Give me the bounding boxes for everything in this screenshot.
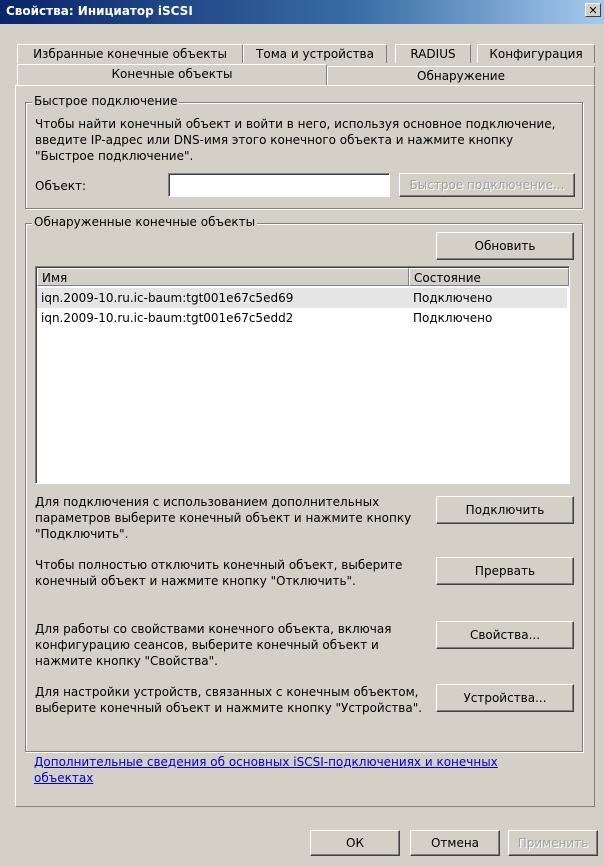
quick-connect-button[interactable]: Быстрое подключение...	[399, 173, 575, 197]
quick-connect-description: Чтобы найти конечный объект и войти в не…	[35, 117, 556, 163]
discovered-targets-group: Обнаруженные конечные объекты Обновить И…	[25, 215, 583, 752]
tab-targets[interactable]: Конечные объекты	[17, 64, 327, 85]
tab-label: Конфигурация	[489, 47, 583, 61]
tab-volumes-devices[interactable]: Тома и устройства	[243, 44, 387, 63]
column-header-status[interactable]: Состояние	[409, 268, 569, 286]
tab-label: RADIUS	[410, 47, 456, 61]
close-button[interactable]: ✕	[585, 3, 601, 17]
devices-button[interactable]: Устройства...	[436, 684, 574, 712]
title-bar: Свойства: Инициатор iSCSI ✕	[0, 0, 604, 24]
table-row[interactable]: iqn.2009-10.ru.ic-baum:tgt001e67c5ed69 П…	[37, 288, 567, 308]
tab-label: Избранные конечные объекты	[33, 47, 227, 61]
target-status: Подключено	[413, 311, 493, 325]
tab-favorite-targets[interactable]: Избранные конечные объекты	[17, 44, 243, 63]
connect-button[interactable]: Подключить	[436, 496, 574, 524]
tab-discovery[interactable]: Обнаружение	[327, 66, 595, 85]
properties-button[interactable]: Свойства...	[436, 621, 574, 649]
column-header-name[interactable]: Имя	[37, 268, 409, 286]
tab-label: Обнаружение	[417, 69, 505, 83]
help-link[interactable]: Дополнительные сведения об основных iSCS…	[34, 754, 514, 786]
target-status: Подключено	[413, 291, 493, 305]
cancel-button[interactable]: Отмена	[410, 830, 500, 856]
ok-button[interactable]: ОК	[310, 830, 400, 856]
properties-description: Для работы со свойствами конечного объек…	[35, 622, 392, 668]
devices-description: Для настройки устройств, связанных с кон…	[35, 685, 423, 715]
tab-configuration[interactable]: Конфигурация	[477, 44, 595, 63]
close-icon: ✕	[588, 4, 598, 17]
target-name: iqn.2009-10.ru.ic-baum:tgt001e67c5ed69	[41, 291, 294, 305]
target-input[interactable]	[168, 173, 390, 197]
apply-button[interactable]: Применить	[508, 830, 598, 856]
target-label: Объект:	[35, 179, 86, 193]
table-row[interactable]: iqn.2009-10.ru.ic-baum:tgt001e67c5edd2 П…	[37, 308, 567, 328]
disconnect-description: Чтобы полностью отключить конечный объек…	[35, 558, 403, 588]
targets-list[interactable]: Имя Состояние iqn.2009-10.ru.ic-baum:tgt…	[35, 266, 570, 484]
tab-radius[interactable]: RADIUS	[395, 44, 471, 63]
window-title: Свойства: Инициатор iSCSI	[6, 4, 193, 18]
refresh-button[interactable]: Обновить	[436, 232, 574, 260]
quick-connect-legend: Быстрое подключение	[32, 94, 180, 108]
discovered-targets-legend: Обнаруженные конечные объекты	[32, 215, 258, 229]
tab-label: Конечные объекты	[111, 67, 233, 81]
quick-connect-group: Быстрое подключение Чтобы найти конечный…	[25, 94, 583, 209]
disconnect-button[interactable]: Прервать	[436, 557, 574, 585]
connect-description: Для подключения с использованием дополни…	[35, 495, 412, 541]
target-name: iqn.2009-10.ru.ic-baum:tgt001e67c5edd2	[41, 311, 294, 325]
tab-label: Тома и устройства	[256, 47, 374, 61]
